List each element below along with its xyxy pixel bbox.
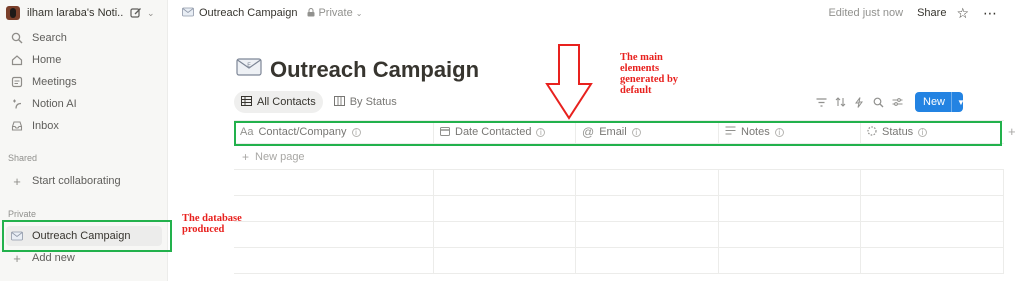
svg-text:E: E [247, 62, 251, 69]
workspace-switcher[interactable]: ilham laraba's Noti... ⌄ [6, 3, 164, 23]
plus-icon: + [242, 149, 250, 164]
new-page-label: New page [255, 150, 305, 163]
home-icon [8, 54, 26, 66]
view-tabs: All Contacts By Status [234, 91, 408, 113]
envelope-icon[interactable]: E [236, 56, 262, 84]
tab-by-status[interactable]: By Status [327, 91, 404, 113]
page-title-text: Outreach Campaign [270, 57, 480, 82]
inbox-icon [8, 120, 26, 132]
edited-status: Edited just now [828, 7, 904, 19]
topbar: Outreach Campaign Private ⌄ Edited just … [168, 0, 1024, 26]
breadcrumb-label: Outreach Campaign [199, 7, 298, 19]
annotation-arrow-down-icon [545, 44, 593, 120]
sidebar-item-start-collaborating[interactable]: + Start collaborating [6, 171, 162, 191]
envelope-icon [182, 7, 194, 20]
sidebar-item-home[interactable]: Home [6, 50, 162, 70]
more-icon[interactable]: ⋯ [983, 5, 998, 22]
section-label-private: Private [8, 209, 37, 219]
search-icon [8, 32, 26, 44]
topbar-actions: Edited just now Share ☆ ⋯ [828, 0, 998, 26]
privacy-label: Private [318, 7, 353, 19]
sidebar-item-label: Search [32, 32, 67, 44]
table-row [234, 222, 1004, 248]
new-page-row[interactable]: + New page [234, 144, 1004, 170]
tab-label: All Contacts [257, 96, 316, 108]
settings-sliders-icon[interactable] [888, 93, 906, 111]
add-column-icon[interactable]: + [1008, 124, 1016, 139]
sidebar-item-inbox[interactable]: Inbox [6, 116, 162, 136]
annotation-database: The database produced [182, 213, 242, 235]
privacy-dropdown[interactable]: Private ⌄ [307, 7, 362, 19]
board-icon [333, 95, 345, 109]
table-row [234, 196, 1004, 222]
sidebar-item-meetings[interactable]: Meetings [6, 72, 162, 92]
lock-icon [307, 7, 315, 19]
plus-icon: + [13, 250, 21, 266]
tab-all-contacts[interactable]: All Contacts [234, 91, 323, 113]
sidebar-item-label: Meetings [32, 76, 77, 88]
plus-icon: + [13, 173, 21, 189]
automation-icon[interactable] [850, 93, 868, 111]
meetings-icon [8, 76, 26, 88]
search-icon[interactable] [869, 93, 887, 111]
table-row [234, 248, 1004, 274]
chevron-down-icon[interactable]: ⌄ [147, 8, 155, 19]
section-label-shared: Shared [8, 153, 38, 163]
sidebar-item-label: Add new [32, 252, 75, 264]
new-page-icon[interactable] [129, 6, 143, 20]
annotation-box-database [2, 220, 172, 252]
new-button-label: New [923, 96, 946, 108]
workspace-name: ilham laraba's Noti... [27, 7, 123, 19]
table-icon [241, 95, 252, 109]
workspace-avatar [6, 6, 20, 20]
chevron-down-icon[interactable]: ▼ [951, 92, 970, 112]
sidebar-item-label: Home [32, 54, 62, 66]
sidebar-item-notion-ai[interactable]: Notion AI [6, 94, 162, 114]
ai-icon [8, 98, 26, 110]
share-button[interactable]: Share [917, 7, 946, 19]
breadcrumb[interactable]: Outreach Campaign [182, 7, 297, 20]
annotation-box-columns [234, 121, 1002, 146]
database-toolbar: New ▼ [812, 92, 965, 112]
sidebar-item-search[interactable]: Search [6, 28, 162, 48]
sidebar-item-label: Inbox [32, 120, 59, 132]
new-button[interactable]: New ▼ [915, 92, 965, 112]
sort-icon[interactable] [831, 93, 849, 111]
sidebar-item-label: Start collaborating [32, 175, 121, 187]
sidebar-item-label: Notion AI [32, 98, 77, 110]
annotation-main-elements: The main elements generated by default [620, 52, 679, 96]
chevron-down-icon: ⌄ [355, 8, 363, 18]
tab-label: By Status [349, 96, 397, 108]
filter-icon[interactable] [812, 93, 830, 111]
table-row [234, 170, 1004, 196]
star-icon[interactable]: ☆ [956, 5, 969, 22]
page-title[interactable]: E Outreach Campaign [236, 56, 479, 84]
